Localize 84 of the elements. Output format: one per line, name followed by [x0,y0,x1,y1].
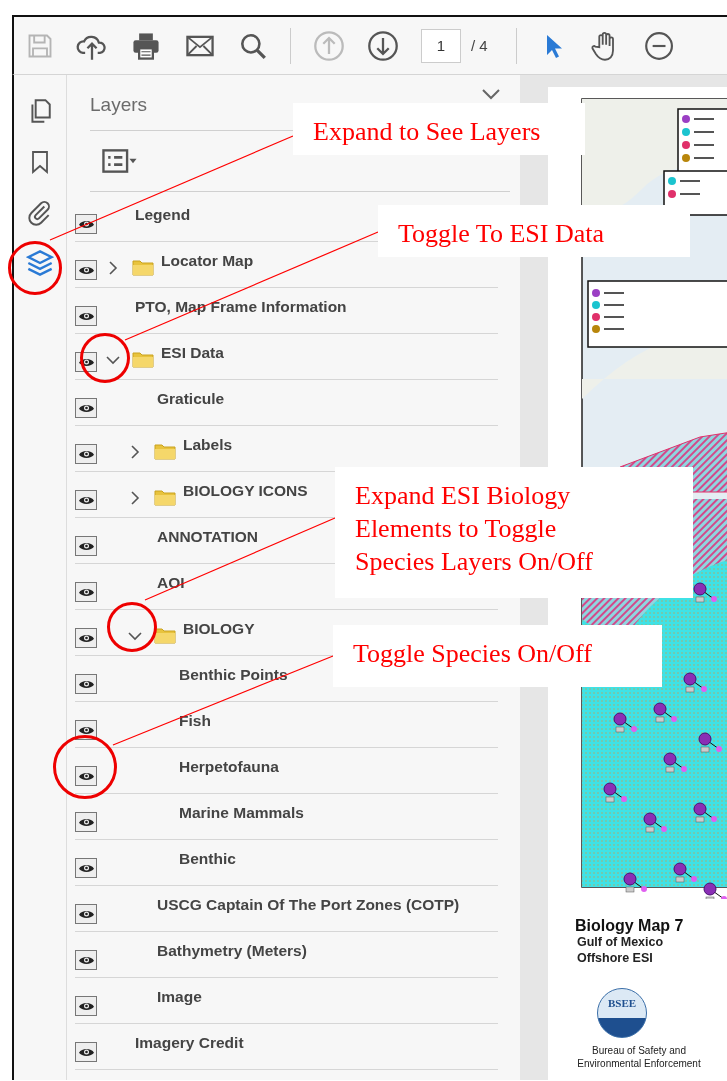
eye-icon [77,402,95,413]
eye-icon [77,586,95,597]
eye-icon [77,816,95,827]
chevron-right-icon[interactable] [128,444,142,459]
layer-name[interactable]: Benthic Points [179,665,288,684]
page-count: / 4 [471,37,488,54]
layer-name[interactable]: Image [157,987,202,1006]
eye-icon [77,1046,95,1057]
layer-name[interactable]: ESI Data [161,343,224,362]
visibility-toggle[interactable] [75,627,97,648]
visibility-toggle[interactable] [75,995,97,1016]
callout-text: Expand to See Layers [293,103,585,155]
layers-icon[interactable] [26,249,54,277]
chevron-right-icon[interactable] [106,260,120,275]
eye-icon [77,724,95,735]
map-title: Biology Map 7 [575,917,684,935]
layer-name[interactable]: Marine Mammals [179,803,304,822]
layer-name[interactable]: BIOLOGY [183,619,255,638]
eye-icon [77,494,95,505]
layer-name[interactable]: USCG Captain Of The Port Zones (COTP) [157,895,460,914]
layer-name[interactable]: Fish [179,711,211,730]
visibility-toggle[interactable] [75,811,97,832]
folder-icon [154,487,176,506]
eye-icon [77,1000,95,1011]
visibility-toggle[interactable] [75,949,97,970]
page-number-field[interactable]: 1 [421,28,461,63]
highlight-circle [53,735,117,799]
layer-name[interactable]: Imagery Credit [135,1033,244,1052]
eye-icon [77,632,95,643]
map-subtitle: Offshore ESI [577,950,653,967]
highlight-circle [107,602,157,652]
visibility-toggle[interactable] [75,765,97,786]
visibility-toggle[interactable] [75,213,97,234]
panel-title: Layers [90,93,148,116]
visibility-toggle[interactable] [75,397,97,418]
eye-icon [77,908,95,919]
visibility-toggle[interactable] [75,305,97,326]
highlight-circle [8,241,62,295]
eye-icon [77,448,95,459]
folder-icon [132,257,154,276]
eye-icon [77,310,95,321]
layer-name[interactable]: Labels [183,435,233,454]
callout-text: Toggle Species On/Off [333,625,662,687]
eye-icon [77,540,95,551]
eye-icon [77,770,95,781]
zoom-out-icon[interactable] [642,30,673,61]
map-subtitle: Gulf of Mexico [577,935,664,951]
layer-name[interactable]: Locator Map [161,251,254,270]
folder-icon [154,625,176,644]
layer-name[interactable]: Graticule [157,389,225,408]
visibility-toggle[interactable] [75,351,97,372]
eye-icon [77,264,95,275]
visibility-toggle[interactable] [75,535,97,556]
eye-icon [77,678,95,689]
agency-logo: BSEE [597,988,647,1039]
chevron-right-icon[interactable] [128,490,142,505]
visibility-toggle[interactable] [75,673,97,694]
layer-name[interactable]: PTO, Map Frame Information [135,297,347,316]
callout-text: Expand ESI Biology Elements to Toggle Species Layers On/Off [335,467,693,598]
eye-icon [77,356,95,367]
layer-name[interactable]: Benthic [179,849,236,868]
folder-icon [132,349,154,368]
visibility-toggle[interactable] [75,259,97,280]
visibility-toggle[interactable] [75,489,97,510]
layer-name[interactable]: Bathymetry (Meters) [157,941,307,960]
eye-icon [77,954,95,965]
highlight-circle [80,333,130,383]
eye-icon [77,862,95,873]
layer-name[interactable]: Legend [135,205,191,224]
visibility-toggle[interactable] [75,719,97,740]
layer-name[interactable]: ANNOTATION [157,527,259,546]
close-icon[interactable] [480,87,502,100]
paperclip-icon[interactable] [27,199,53,227]
visibility-toggle[interactable] [75,1041,97,1062]
layer-name[interactable]: Herpetofauna [179,757,279,776]
visibility-toggle[interactable] [75,443,97,464]
layer-name[interactable]: BIOLOGY ICONS [183,481,308,500]
agency-name: Bureau of Safety and Environmental Enforcement [576,1044,702,1071]
visibility-toggle[interactable] [75,581,97,602]
visibility-toggle[interactable] [75,903,97,924]
layer-name[interactable]: AOI [157,573,185,592]
visibility-toggle[interactable] [75,857,97,878]
eye-icon [77,218,95,229]
folder-icon [154,441,176,460]
